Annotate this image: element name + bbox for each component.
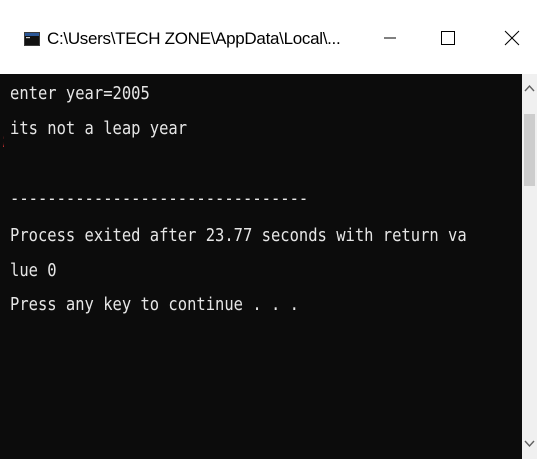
console-line-1: enter year=2005	[10, 83, 150, 104]
minimize-button[interactable]	[362, 18, 418, 62]
chevron-down-icon[interactable]	[522, 434, 537, 454]
minimize-icon	[383, 31, 397, 50]
console-output[interactable]: enter year=2005 its not a leap year ----…	[0, 74, 522, 459]
window-title: C:\Users\TECH ZONE\AppData\Local\...	[47, 29, 341, 48]
editor-edge-mark: ;	[0, 130, 4, 152]
console-line-7: Press any key to continue . . .	[10, 294, 299, 315]
console-line-5: Process exited after 23.77 seconds with …	[10, 225, 467, 246]
console-app-icon[interactable]	[24, 32, 40, 46]
chevron-up-icon[interactable]	[522, 78, 537, 98]
maximize-icon	[440, 30, 456, 51]
console-line-2: its not a leap year	[10, 118, 188, 139]
maximize-button[interactable]	[420, 18, 476, 62]
console-line-6: lue 0	[10, 260, 57, 281]
console-separator: --------------------------------	[10, 188, 309, 209]
title-bar[interactable]: C:\Users\TECH ZONE\AppData\Local\...	[0, 0, 537, 74]
scrollbar-thumb[interactable]	[524, 114, 535, 186]
close-icon	[503, 29, 521, 52]
close-button[interactable]	[484, 18, 537, 62]
vertical-scrollbar[interactable]	[522, 74, 537, 459]
console-window: C:\Users\TECH ZONE\AppData\Local\... ent…	[0, 0, 537, 459]
